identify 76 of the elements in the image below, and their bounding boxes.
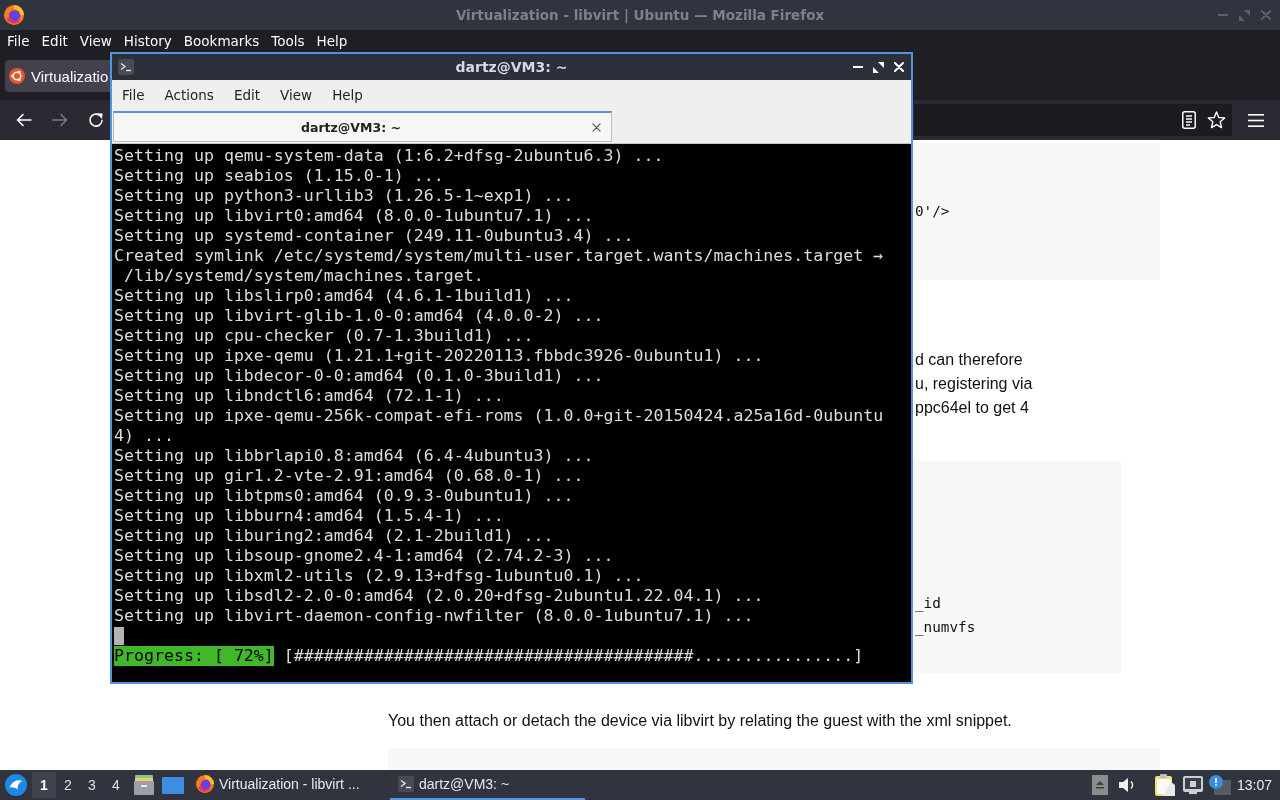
terminal-line: Created symlink /etc/systemd/system/multi-user.target.wants/machines.target → <box>114 246 885 266</box>
logo-icon[interactable] <box>5 774 27 796</box>
menu-item[interactable]: Help <box>310 32 354 50</box>
terminal-line: Setting up systemd-container (249.11-0ubuntu3.4) ... <box>114 226 635 246</box>
menu-item[interactable]: Bookmarks <box>177 32 266 50</box>
terminal-line: Setting up cpu-checker (0.7-1.3build1) ... <box>114 326 535 346</box>
menu-item[interactable]: Help <box>322 85 373 105</box>
monitor-icon[interactable] <box>1182 776 1203 794</box>
document-icon[interactable] <box>1182 111 1196 129</box>
menu-item[interactable]: File <box>1 32 36 50</box>
paragraph-text: d can therefore <box>914 350 1024 370</box>
terminal-line: Setting up ipxe-qemu (1.21.1+git-20220113.fbbdc3926-0ubuntu1) ... <box>114 346 765 366</box>
terminal-tab[interactable]: dartz@VM3: ~ <box>113 111 612 142</box>
terminal-line: Setting up libndctl6:amd64 (72.1-1) ... <box>114 386 505 406</box>
terminal-icon <box>398 776 414 792</box>
paragraph-text: You then attach or detach the device via libvirt by relating the guest with the xml snippet. <box>388 711 1012 731</box>
taskbar-task[interactable]: dartz@VM3: ~ <box>390 770 585 800</box>
terminal-line: Setting up libbrlapi0.8:amd64 (6.4-4ubuntu3) ... <box>114 446 595 466</box>
progress-label: Progress: [ 72%] <box>114 646 274 666</box>
maximize-icon[interactable] <box>873 61 884 73</box>
reload-icon[interactable] <box>88 112 104 128</box>
clipboard-icon[interactable] <box>1154 774 1175 796</box>
terminal-line: Setting up libdecor-0-0:amd64 (0.1.0-3build1) ... <box>114 366 605 386</box>
window-title: Virtualization - libvirt | Ubuntu — Mozilla Firefox <box>455 7 825 23</box>
menu-item[interactable]: Edit <box>35 32 74 50</box>
paragraph-text: u, registering via <box>914 374 1033 394</box>
terminal-line: Setting up qemu-system-data (1:6.2+dfsg-2ubuntu6.3) ... <box>114 146 665 166</box>
terminal-line: Setting up libvirt-daemon-config-nwfilter (8.0.0-1ubuntu7.1) ... <box>114 606 755 626</box>
workspace-button[interactable]: 4 <box>104 772 128 798</box>
menu-item[interactable]: View <box>73 32 118 50</box>
terminal-line: Setting up gir1.2-vte-2.91:amd64 (0.68.0-1) ... <box>114 466 585 486</box>
alert-icon[interactable] <box>1208 775 1231 795</box>
menu-item[interactable]: History <box>117 32 178 50</box>
browser-icon <box>196 775 214 793</box>
terminal-line: Setting up ipxe-qemu-256k-compat-efi-roms (1.0.0+git-20150424.a25a16d-0ubuntu <box>114 406 885 426</box>
clock-text: 13:07 <box>1236 777 1272 793</box>
taskbar-task[interactable]: Virtualization - libvirt ... <box>188 770 384 800</box>
terminal-line: Setting up libslirp0:amd64 (4.6.1-1build1) ... <box>114 286 575 306</box>
desktop-icon[interactable] <box>162 776 184 794</box>
terminal-line: Setting up libvirt0:amd64 (8.0.0-1ubuntu7.1) ... <box>114 206 595 226</box>
terminal-line: Setting up seabios (1.15.0-1) ... <box>114 166 445 186</box>
code-text: _numvfs <box>914 618 977 638</box>
terminal-icon <box>118 59 134 75</box>
terminal-line: Setting up libxml2-utils (2.9.13+dfsg-1ubuntu0.1) ... <box>114 566 645 586</box>
browser-icon <box>4 5 24 25</box>
terminal-line: Setting up libsoup-gnome2.4-1:amd64 (2.74.2-3) ... <box>114 546 615 566</box>
terminal-line: Setting up libvirt-glib-1.0-0:amd64 (4.0.0-2) ... <box>114 306 605 326</box>
close-icon[interactable] <box>592 122 601 132</box>
terminal-line: /lib/systemd/system/machines.target. <box>123 266 485 286</box>
star-icon[interactable] <box>1207 111 1226 129</box>
terminal-line: Setting up libburn4:amd64 (1.5.4-1) ... <box>114 506 505 526</box>
terminal-line: Setting up libtpms0:amd64 (0.9.3-0ubuntu1) ... <box>114 486 575 506</box>
code-text: _id <box>914 594 942 614</box>
menu-item[interactable]: File <box>112 85 155 105</box>
workspace-button[interactable]: 2 <box>56 772 80 798</box>
favicon-icon <box>9 68 25 84</box>
progress-bar-text: [########################################................] <box>283 646 864 666</box>
window-title: dartz@VM3: ~ <box>455 59 568 75</box>
code-text: 0'/> <box>914 202 951 221</box>
menu-item[interactable]: Actions <box>154 85 224 105</box>
terminal-line: 4) ... <box>114 426 175 446</box>
workspace-button[interactable]: 3 <box>80 772 104 798</box>
browser-tab[interactable]: Virtualizatio <box>5 60 110 92</box>
terminal-line: Setting up liburing2:amd64 (2.1-2build1) ... <box>114 526 555 546</box>
address-field[interactable] <box>914 104 1232 136</box>
file-cabinet-icon[interactable] <box>134 775 154 795</box>
menu-icon[interactable] <box>1248 113 1264 127</box>
terminal-line: Setting up python3-urllib3 (1.26.5-1~exp1) ... <box>114 186 575 206</box>
paragraph-text: ppc64el to get 4 <box>914 398 1030 418</box>
menu-item[interactable]: Tools <box>265 32 311 50</box>
menu-item[interactable]: View <box>270 85 323 105</box>
eject-icon[interactable] <box>1091 775 1108 795</box>
back-arrow-icon[interactable] <box>16 113 32 127</box>
workspace-button[interactable]: 1 <box>32 772 56 798</box>
menu-item[interactable]: Edit <box>223 85 271 105</box>
terminal-line: Setting up libsdl2-2.0-0:amd64 (2.0.20+dfsg-2ubuntu1.22.04.1) ... <box>114 586 765 606</box>
